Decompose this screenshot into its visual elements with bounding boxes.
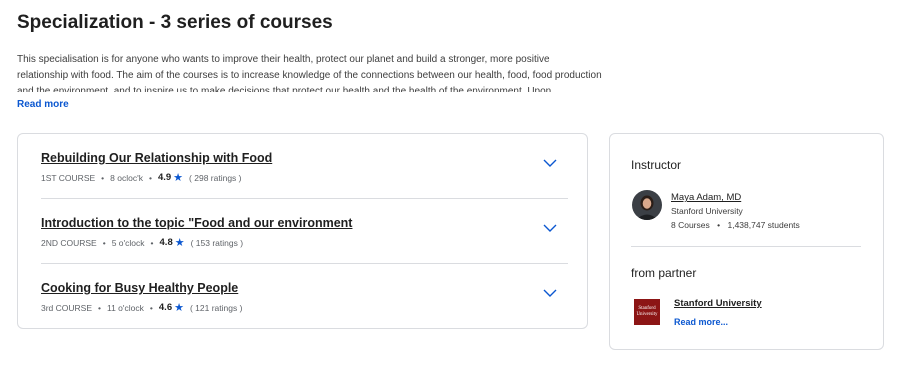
- description-line: This specialisation is for anyone who wa…: [17, 54, 550, 65]
- course-duration: 5 o'clock: [111, 237, 145, 248]
- partner-name-link[interactable]: Stanford University: [674, 298, 762, 309]
- courses-card: Rebuilding Our Relationship with Food 1S…: [17, 133, 588, 329]
- separator-dot: •: [148, 172, 152, 183]
- course-rating: 4.9: [157, 172, 172, 183]
- instructor-partner-card: Instructor Maya Adam, MD Stanford Univer…: [609, 133, 884, 350]
- course-label: 1ST COURSE: [41, 172, 96, 183]
- course-title-link[interactable]: Cooking for Busy Healthy People: [41, 281, 238, 295]
- course-rating: 4.6: [158, 302, 173, 313]
- course-item[interactable]: Introduction to the topic "Food and our …: [41, 200, 568, 264]
- course-ratings-count: ( 153 ratings ): [190, 237, 244, 248]
- separator-dot: •: [102, 237, 106, 248]
- course-ratings-count: ( 298 ratings ): [189, 172, 242, 183]
- instructor-photo: [632, 190, 662, 220]
- description-line: relationship with food. The aim of the c…: [17, 70, 602, 81]
- star-icon: ★: [174, 237, 185, 249]
- instructor-heading: Instructor: [631, 158, 682, 172]
- stanford-logo[interactable]: Stanford University: [634, 299, 660, 325]
- instructor-organization: Stanford University: [671, 206, 743, 216]
- divider: [41, 198, 568, 199]
- course-item[interactable]: Cooking for Busy Healthy People 3rd COUR…: [41, 265, 568, 329]
- instructor-course-count: 8 Courses: [671, 220, 710, 230]
- star-icon: ★: [174, 302, 184, 314]
- separator-dot: •: [150, 237, 154, 248]
- separator-dot: •: [98, 302, 101, 313]
- course-title-link[interactable]: Introduction to the topic "Food and our …: [41, 216, 352, 230]
- course-meta: 1ST COURSE • 8 ocloc'k • 4.9 ★ ( 298 rat…: [41, 171, 242, 184]
- partner-read-more-link[interactable]: Read more...: [674, 317, 728, 327]
- chevron-down-icon[interactable]: [542, 220, 558, 236]
- course-duration: 8 ocloc'k: [110, 172, 143, 183]
- course-label: 3rd COURSE: [41, 302, 93, 313]
- avatar[interactable]: [632, 190, 662, 220]
- instructor-student-count: 1,438,747 students: [727, 220, 800, 230]
- separator-dot: •: [149, 302, 153, 313]
- star-icon: ★: [173, 172, 184, 184]
- separator-dot: •: [101, 172, 105, 183]
- description-line: and the environment, and to inspire us t…: [17, 86, 552, 92]
- chevron-down-icon[interactable]: [542, 155, 558, 171]
- partner-heading: from partner: [631, 266, 697, 280]
- course-meta: 3rd COURSE • 11 o'clock • 4.6 ★ ( 121 ra…: [41, 301, 242, 314]
- course-label: 2ND COURSE: [41, 237, 97, 248]
- divider: [631, 246, 861, 247]
- instructor-stats: 8 Courses • 1,438,747 students: [671, 220, 800, 230]
- divider: [41, 263, 568, 264]
- instructor-name-link[interactable]: Maya Adam, MD: [671, 192, 741, 203]
- course-meta: 2ND COURSE • 5 o'clock • 4.8 ★ ( 153 rat…: [41, 236, 243, 249]
- course-title-link[interactable]: Rebuilding Our Relationship with Food: [41, 151, 272, 165]
- course-rating: 4.8: [159, 237, 173, 248]
- read-more-link[interactable]: Read more: [17, 99, 69, 110]
- course-ratings-count: ( 121 ratings ): [189, 302, 243, 313]
- chevron-down-icon[interactable]: [542, 285, 558, 301]
- partner-logo-text: Stanford University: [636, 306, 658, 317]
- course-item[interactable]: Rebuilding Our Relationship with Food 1S…: [41, 135, 568, 199]
- separator-dot: •: [717, 220, 721, 230]
- specialization-description: This specialisation is for anyone who wa…: [17, 52, 607, 92]
- course-duration: 11 o'clock: [107, 302, 144, 313]
- page-title: Specialization - 3 series of courses: [17, 12, 333, 33]
